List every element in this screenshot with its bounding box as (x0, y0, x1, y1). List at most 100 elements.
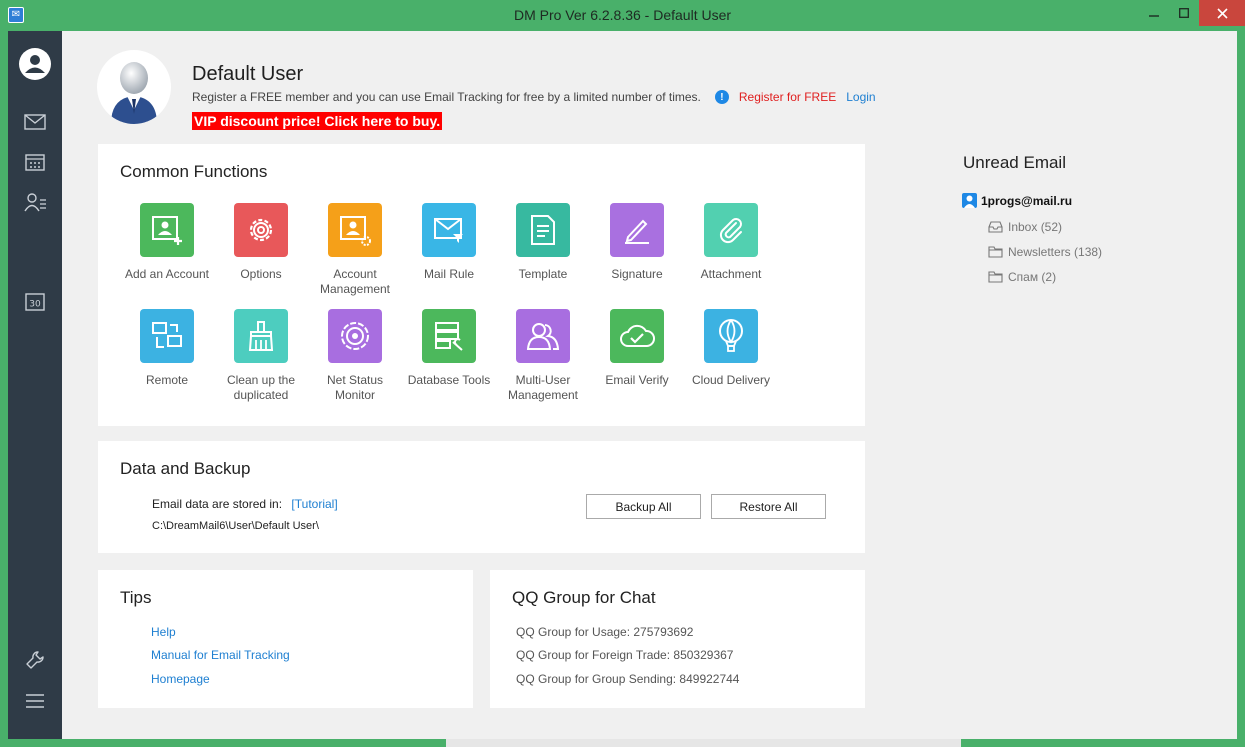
qq-group-title: QQ Group for Chat (512, 588, 656, 607)
minimize-icon (1149, 15, 1159, 17)
vip-banner[interactable]: VIP discount price! Click here to buy. (192, 112, 443, 130)
account-icon (962, 193, 977, 208)
function-label: Cloud Delivery (691, 373, 771, 387)
common-functions-panel: Common Functions Add an Account Options … (98, 144, 865, 426)
title-bar: ✉ DM Pro Ver 6.2.8.36 - Default User (0, 0, 1245, 31)
target-icon (328, 309, 382, 363)
folder-label: Спам (2) (1008, 270, 1057, 284)
qq-group-line: QQ Group for Usage: 275793692 (516, 625, 694, 639)
sidebar: 30 (8, 31, 62, 739)
manual-email-tracking-link[interactable]: Manual for Email Tracking (151, 648, 290, 662)
tutorial-link[interactable]: [Tutorial] (291, 497, 337, 511)
function-label: Mail Rule (423, 267, 474, 281)
calendar-icon (25, 154, 45, 171)
sidebar-item-date[interactable]: 30 (8, 284, 62, 320)
window-controls (1139, 0, 1245, 26)
homepage-link[interactable]: Homepage (151, 672, 210, 686)
users-icon (516, 309, 570, 363)
folder-label: Inbox (52) (1008, 220, 1063, 234)
function-label: Options (240, 267, 282, 281)
register-link[interactable]: Register for FREE (739, 90, 836, 104)
function-clean-duplicated[interactable]: Clean up the duplicated (214, 309, 308, 403)
broom-icon (234, 309, 288, 363)
qq-group-panel: QQ Group for Chat QQ Group for Usage: 27… (490, 570, 865, 708)
login-link[interactable]: Login (846, 90, 875, 104)
cloud-check-icon (610, 309, 664, 363)
minimize-button[interactable] (1139, 0, 1169, 26)
function-cloud-delivery[interactable]: Cloud Delivery (684, 309, 778, 388)
unread-email-title: Unread Email (963, 153, 1066, 172)
function-net-status-monitor[interactable]: Net Status Monitor (308, 309, 402, 403)
data-backup-panel: Data and Backup Email data are stored in… (98, 441, 865, 553)
function-attachment[interactable]: Attachment (684, 203, 778, 282)
function-remote[interactable]: Remote (120, 309, 214, 388)
paperclip-icon (704, 203, 758, 257)
maximize-icon (1179, 8, 1189, 18)
account-settings-icon (328, 203, 382, 257)
menu-icon (26, 694, 44, 708)
window-title: DM Pro Ver 6.2.8.36 - Default User (513, 7, 732, 23)
sidebar-item-user[interactable] (8, 46, 62, 82)
data-backup-title: Data and Backup (120, 459, 251, 478)
function-label: Email Verify (605, 373, 669, 387)
mail-icon (24, 114, 46, 130)
balloon-icon (704, 309, 758, 363)
user-name: Default User (192, 63, 304, 85)
tips-panel: Tips Help Manual for Email Tracking Home… (98, 570, 473, 708)
maximize-button[interactable] (1169, 0, 1199, 26)
inbox-icon (988, 221, 1003, 233)
function-signature[interactable]: Signature (590, 203, 684, 282)
function-add-account[interactable]: Add an Account (120, 203, 214, 282)
folder-spam[interactable]: Спам (2) (988, 270, 1056, 284)
function-email-verify[interactable]: Email Verify (590, 309, 684, 388)
pen-icon (610, 203, 664, 257)
function-label: Attachment (700, 267, 762, 281)
restore-all-button[interactable]: Restore All (711, 494, 826, 519)
folder-icon (988, 246, 1003, 258)
sidebar-item-mail[interactable] (8, 104, 62, 140)
function-mail-rule[interactable]: Mail Rule (402, 203, 496, 282)
tips-title: Tips (120, 588, 152, 607)
register-text: Register a FREE member and you can use E… (192, 90, 701, 104)
user-avatar-icon (19, 48, 51, 80)
backup-all-button[interactable]: Backup All (586, 494, 701, 519)
svg-text:30: 30 (29, 300, 41, 310)
function-database-tools[interactable]: Database Tools (402, 309, 496, 388)
sidebar-item-contacts[interactable] (8, 184, 62, 220)
contacts-icon (24, 193, 46, 212)
function-label: Remote (145, 373, 189, 387)
register-line: Register a FREE member and you can use E… (192, 90, 876, 104)
user-avatar-image-icon (111, 62, 157, 124)
sidebar-item-menu[interactable] (8, 683, 62, 719)
storage-line: Email data are stored in: [Tutorial] (152, 497, 338, 511)
gear-icon (234, 203, 288, 257)
sidebar-item-tools[interactable] (8, 642, 62, 678)
close-button[interactable] (1199, 0, 1245, 26)
common-functions-title: Common Functions (120, 162, 268, 181)
function-label: Account Management (319, 267, 391, 296)
unread-account[interactable]: 1progs@mail.ru (962, 193, 1072, 208)
function-account-management[interactable]: Account Management (308, 203, 402, 297)
function-multi-user-management[interactable]: Multi-User Management (496, 309, 590, 403)
function-label: Clean up the duplicated (226, 373, 296, 402)
folder-newsletters[interactable]: Newsletters (138) (988, 245, 1102, 259)
help-link[interactable]: Help (151, 625, 176, 639)
sidebar-item-calendar[interactable] (8, 144, 62, 180)
info-icon[interactable]: ! (714, 90, 729, 104)
main-content: Default User Register a FREE member and … (62, 31, 1237, 739)
user-avatar[interactable] (97, 50, 171, 124)
folder-inbox[interactable]: Inbox (52) (988, 220, 1062, 234)
add-account-icon (140, 203, 194, 257)
mail-filter-icon (422, 203, 476, 257)
function-label: Add an Account (124, 267, 210, 281)
function-label: Net Status Monitor (326, 373, 384, 402)
qq-group-line: QQ Group for Group Sending: 849922744 (516, 672, 740, 686)
function-template[interactable]: Template (496, 203, 590, 282)
function-label: Template (518, 267, 568, 281)
horizontal-scrollbar[interactable] (446, 739, 961, 747)
close-icon (1216, 7, 1228, 19)
function-options[interactable]: Options (214, 203, 308, 282)
function-label: Multi-User Management (507, 373, 579, 402)
function-label: Database Tools (407, 373, 491, 387)
database-tools-icon (422, 309, 476, 363)
